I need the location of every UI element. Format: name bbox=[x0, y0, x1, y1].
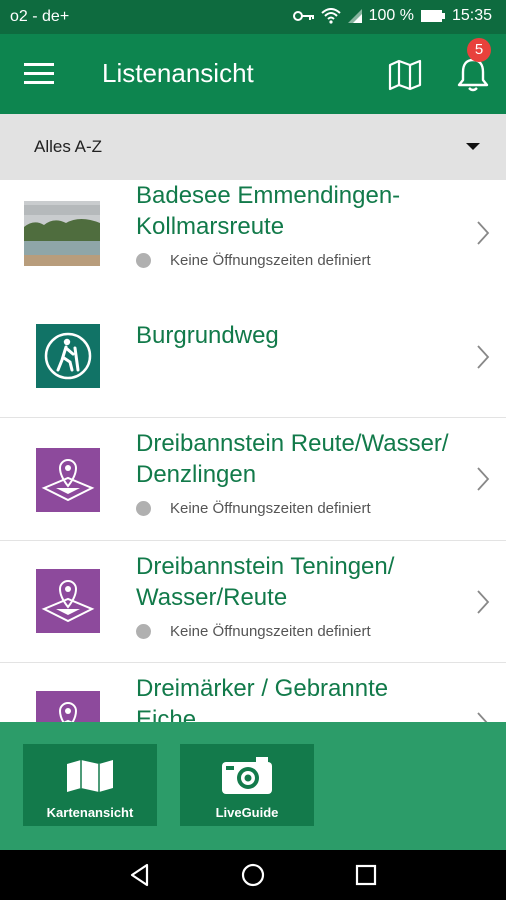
opening-hours-status: Keine Öffnungszeiten definiert bbox=[136, 623, 371, 640]
item-title: Dreibannstein Reute/Wasser/ Denzlingen bbox=[136, 430, 449, 488]
hiking-icon bbox=[36, 324, 100, 388]
chevron-right-icon bbox=[477, 221, 490, 245]
opening-hours-status: Keine Öffnungszeiten definiert bbox=[136, 252, 371, 269]
list-item[interactable]: Dreibannstein Reute/Wasser/ Denzlingen K… bbox=[0, 418, 506, 541]
key-icon bbox=[292, 11, 314, 21]
clock-label: 15:35 bbox=[451, 7, 492, 24]
chevron-right-icon bbox=[477, 590, 490, 614]
status-dot-icon bbox=[136, 253, 151, 268]
opening-hours-status: Keine Öffnungszeiten definiert bbox=[136, 500, 371, 517]
chevron-right-icon bbox=[477, 712, 488, 722]
map-pin-icon bbox=[36, 569, 100, 633]
map-view-button[interactable]: Kartenansicht bbox=[23, 744, 157, 826]
menu-icon[interactable] bbox=[24, 60, 54, 88]
status-icons: 100 % 15:35 bbox=[292, 7, 492, 25]
list-item[interactable]: Dreimärker / Gebrannte Eiche bbox=[0, 663, 506, 722]
item-title: Badesee Emmendingen- Kollmarsreute bbox=[136, 182, 401, 240]
poi-list: Badesee Emmendingen- Kollmarsreute Keine… bbox=[0, 180, 506, 722]
chevron-right-icon bbox=[477, 345, 490, 369]
back-icon[interactable] bbox=[128, 863, 152, 887]
home-icon[interactable] bbox=[240, 862, 266, 888]
notification-badge[interactable]: 5 bbox=[467, 38, 491, 62]
list-item[interactable]: Dreibannstein Teningen/ Wasser/Reute Kei… bbox=[0, 541, 506, 663]
map-pin-icon bbox=[36, 691, 100, 722]
status-bar: o2 - de+ 100 % 15:35 bbox=[0, 0, 506, 34]
wifi-icon bbox=[320, 8, 341, 24]
map-icon[interactable] bbox=[388, 58, 422, 92]
recent-apps-icon[interactable] bbox=[355, 864, 377, 886]
item-title: Dreibannstein Teningen/ Wasser/Reute bbox=[136, 553, 395, 611]
map-view-label: Kartenansicht bbox=[46, 805, 134, 820]
status-dot-icon bbox=[136, 624, 151, 639]
map-pin-icon bbox=[36, 448, 100, 512]
chevron-right-icon bbox=[477, 467, 490, 491]
battery-icon bbox=[420, 10, 445, 22]
system-navigation-bar bbox=[0, 850, 506, 900]
filter-selected-value: Alles A-Z bbox=[34, 137, 103, 156]
dropdown-caret-icon bbox=[466, 143, 480, 150]
list-item[interactable]: Badesee Emmendingen- Kollmarsreute Keine… bbox=[0, 180, 506, 297]
camera-icon bbox=[222, 757, 272, 794]
liveguide-button[interactable]: LiveGuide bbox=[180, 744, 314, 826]
lake-photo-thumbnail bbox=[24, 201, 100, 266]
sort-filter-dropdown[interactable]: Alles A-Z bbox=[0, 114, 506, 180]
app-bar: Listenansicht bbox=[0, 34, 506, 114]
liveguide-label: LiveGuide bbox=[215, 805, 279, 820]
signal-icon bbox=[347, 9, 362, 23]
bottom-action-bar: Kartenansicht LiveGuide bbox=[0, 722, 506, 850]
page-title: Listenansicht bbox=[102, 58, 254, 88]
list-item[interactable]: Burgrundweg bbox=[0, 296, 506, 418]
carrier-label: o2 - de+ bbox=[10, 8, 70, 25]
status-dot-icon bbox=[136, 501, 151, 516]
folded-map-icon bbox=[67, 760, 113, 792]
item-title: Dreimärker / Gebrannte Eiche bbox=[136, 675, 389, 722]
battery-label: 100 % bbox=[368, 7, 414, 24]
item-title: Burgrundweg bbox=[136, 322, 279, 349]
